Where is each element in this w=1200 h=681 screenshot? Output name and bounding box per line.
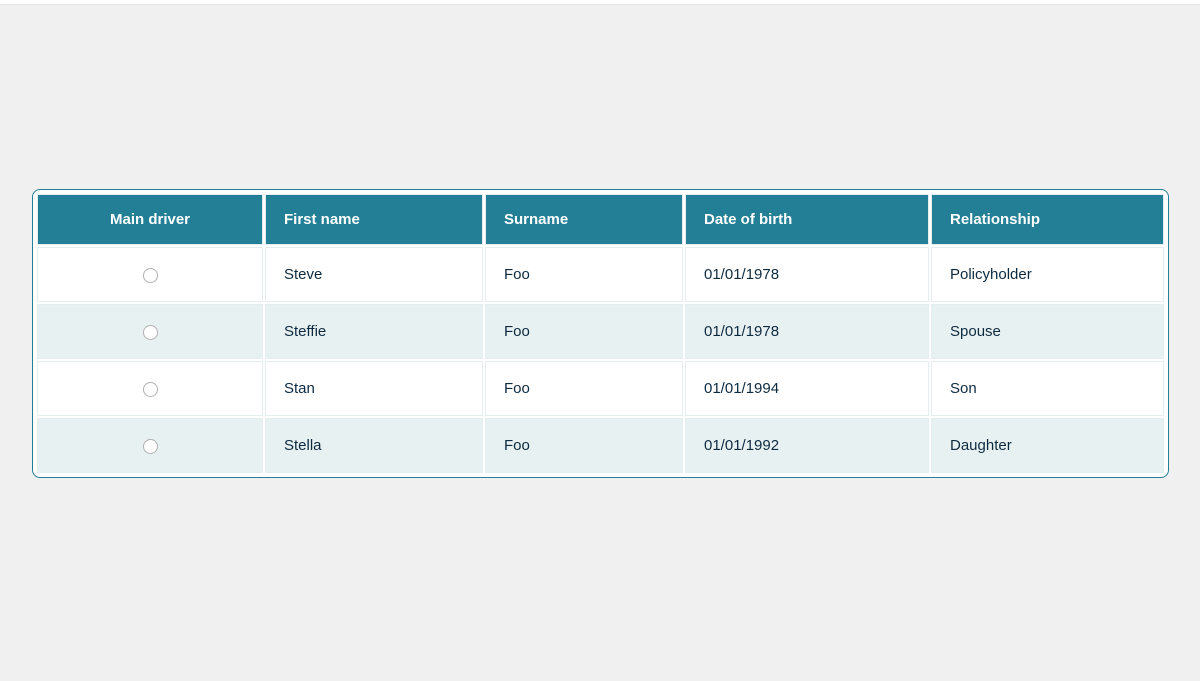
table-header: Main driver First name Surname Date of b… xyxy=(37,194,1164,245)
surname-cell: Foo xyxy=(485,247,683,302)
table-row: Steve Foo 01/01/1978 Policyholder xyxy=(37,247,1164,302)
surname-cell: Foo xyxy=(485,418,683,473)
main-driver-cell xyxy=(37,418,263,473)
main-driver-cell xyxy=(37,361,263,416)
first-name-cell: Steffie xyxy=(265,304,483,359)
drivers-table-card: Main driver First name Surname Date of b… xyxy=(32,189,1169,478)
main-driver-cell xyxy=(37,247,263,302)
dob-cell: 01/01/1994 xyxy=(685,361,929,416)
first-name-cell: Steve xyxy=(265,247,483,302)
relationship-cell: Daughter xyxy=(931,418,1164,473)
main-driver-cell xyxy=(37,304,263,359)
surname-cell: Foo xyxy=(485,361,683,416)
main-driver-radio[interactable] xyxy=(143,268,158,283)
relationship-cell: Spouse xyxy=(931,304,1164,359)
relationship-cell: Son xyxy=(931,361,1164,416)
drivers-table: Main driver First name Surname Date of b… xyxy=(35,192,1166,475)
header-first-name: First name xyxy=(265,194,483,245)
header-dob: Date of birth xyxy=(685,194,929,245)
top-bar xyxy=(0,0,1200,5)
main-driver-radio[interactable] xyxy=(143,382,158,397)
dob-cell: 01/01/1978 xyxy=(685,304,929,359)
table-row: Stan Foo 01/01/1994 Son xyxy=(37,361,1164,416)
header-relationship: Relationship xyxy=(931,194,1164,245)
first-name-cell: Stella xyxy=(265,418,483,473)
main-driver-radio[interactable] xyxy=(143,325,158,340)
header-surname: Surname xyxy=(485,194,683,245)
first-name-cell: Stan xyxy=(265,361,483,416)
surname-cell: Foo xyxy=(485,304,683,359)
main-driver-radio[interactable] xyxy=(143,439,158,454)
dob-cell: 01/01/1978 xyxy=(685,247,929,302)
table-row: Steffie Foo 01/01/1978 Spouse xyxy=(37,304,1164,359)
table-row: Stella Foo 01/01/1992 Daughter xyxy=(37,418,1164,473)
table-body: Steve Foo 01/01/1978 Policyholder Steffi… xyxy=(37,247,1164,473)
relationship-cell: Policyholder xyxy=(931,247,1164,302)
dob-cell: 01/01/1992 xyxy=(685,418,929,473)
header-main-driver: Main driver xyxy=(37,194,263,245)
